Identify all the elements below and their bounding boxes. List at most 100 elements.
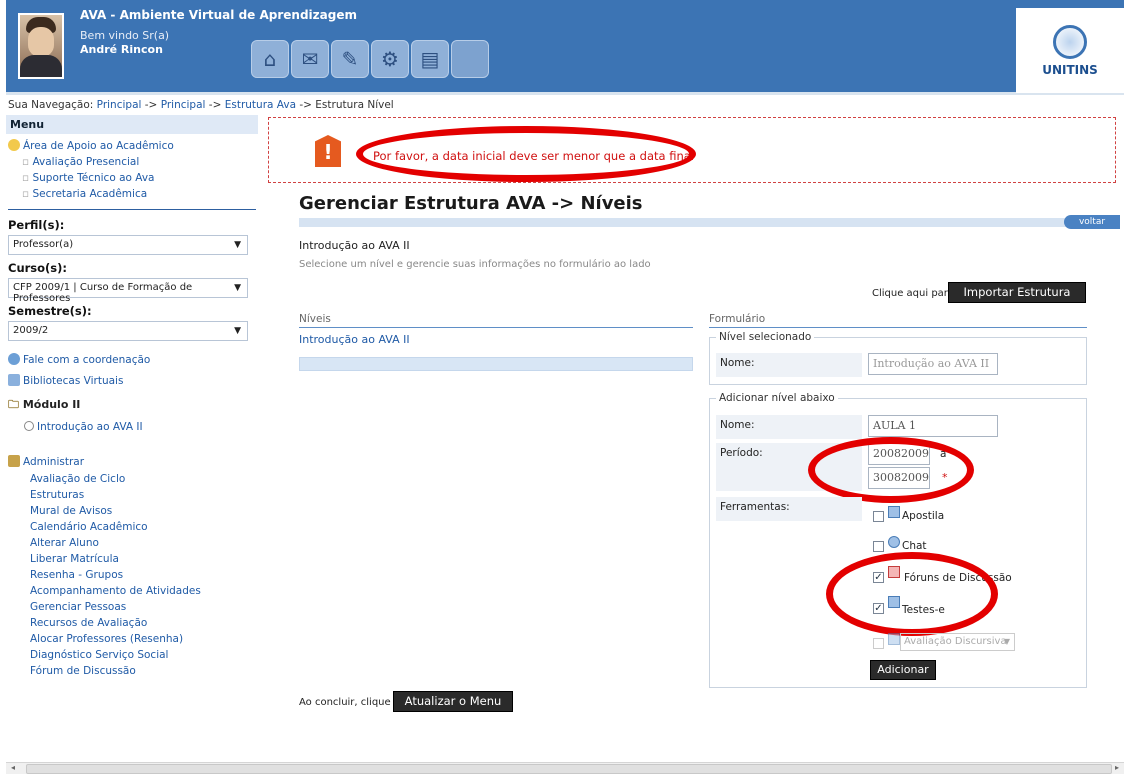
contact-coordination-link[interactable]: Fale com a coordenação — [8, 351, 256, 368]
welcome-text: Bem vindo Sr(a) — [80, 29, 170, 42]
import-structure-button[interactable]: Importar Estrutura — [948, 282, 1086, 303]
admin-item-estruturas[interactable]: Estruturas — [30, 487, 256, 503]
blank-icon[interactable] — [451, 40, 489, 78]
highlight-oval — [826, 552, 998, 636]
radio-icon — [24, 421, 34, 431]
globe-icon — [8, 353, 20, 365]
add-level-legend: Adicionar nível abaixo — [716, 392, 838, 404]
admin-item-recursos-avaliacao[interactable]: Recursos de Avaliação — [30, 615, 256, 631]
warning-icon: ! — [315, 135, 341, 167]
levels-scrollbar[interactable] — [299, 357, 693, 371]
semester-select[interactable]: 2009/2 ▼ — [8, 321, 248, 341]
admin-item-liberar-matricula[interactable]: Liberar Matrícula — [30, 551, 256, 567]
admin-item-forum[interactable]: Fórum de Discussão — [30, 663, 256, 679]
title-underline — [299, 218, 1089, 227]
chevron-down-icon: ▼ — [234, 326, 241, 336]
discursiva-select[interactable]: Avaliação Discursiva ▼ — [900, 633, 1015, 651]
sidebar-item-secretaria[interactable]: ▫ Secretaria Acadêmica — [8, 186, 256, 202]
apostila-checkbox[interactable] — [873, 511, 884, 522]
breadcrumb-current: Estrutura Nível — [315, 99, 394, 111]
sidebar-item-avaliacao-presencial[interactable]: ▫ Avaliação Presencial — [8, 154, 256, 170]
module-item-link[interactable]: Introdução ao AVA II — [8, 419, 256, 435]
user-name: André Rincon — [80, 43, 163, 56]
breadcrumb: Sua Navegação: Principal -> Principal ->… — [8, 99, 394, 111]
breadcrumb-link-estrutura[interactable]: Estrutura Ava — [225, 99, 296, 111]
email-icon[interactable]: ✉ — [291, 40, 329, 78]
breadcrumb-separator: -> — [208, 99, 222, 111]
app-header: AVA - Ambiente Virtual de Aprendizagem B… — [6, 0, 1124, 95]
home-icon[interactable]: ⌂ — [251, 40, 289, 78]
discursiva-checkbox[interactable] — [873, 638, 884, 649]
admin-item-alterar-aluno[interactable]: Alterar Aluno — [30, 535, 256, 551]
app-title: AVA - Ambiente Virtual de Aprendizagem — [80, 8, 357, 22]
course-name: Introdução ao AVA II — [299, 239, 410, 252]
course-select[interactable]: CFP 2009/1 | Curso de Formação de Profes… — [8, 278, 248, 304]
admin-item-gerenciar-pessoas[interactable]: Gerenciar Pessoas — [30, 599, 256, 615]
menu-title: Menu — [6, 115, 258, 134]
sidebar-item-suporte-tecnico[interactable]: ▫ Suporte Técnico ao Ava — [8, 170, 256, 186]
add-name-field[interactable]: AULA 1 — [868, 415, 998, 437]
divider — [8, 209, 256, 210]
discursiva-icon — [888, 633, 900, 645]
breadcrumb-prefix: Sua Navegação: — [8, 99, 94, 111]
add-level-button[interactable]: Adicionar — [870, 660, 936, 680]
form-header: Formulário — [709, 313, 1087, 328]
profile-select[interactable]: Professor(a) ▼ — [8, 235, 248, 255]
name-label: Nome: — [716, 353, 862, 377]
unitins-logo: UNITINS — [1016, 8, 1124, 93]
page-title: Gerenciar Estrutura AVA -> Níveis — [299, 193, 643, 214]
apostila-label: Apostila — [902, 510, 945, 522]
virtual-libraries-link[interactable]: Bibliotecas Virtuais — [8, 372, 256, 389]
admin-item-acompanhamento[interactable]: Acompanhamento de Atividades — [30, 583, 256, 599]
folder-icon: 🗀 — [8, 398, 23, 411]
breadcrumb-separator: -> — [144, 99, 158, 111]
admin-item-alocar-professores[interactable]: Alocar Professores (Resenha) — [30, 631, 256, 647]
book-icon — [8, 374, 20, 386]
levels-header: Níveis — [299, 313, 693, 328]
avatar — [18, 13, 64, 79]
apostila-icon — [888, 506, 900, 518]
books-icon[interactable]: ▤ — [411, 40, 449, 78]
page: AVA - Ambiente Virtual de Aprendizagem B… — [0, 0, 1129, 774]
tools-icon[interactable]: ✎ — [331, 40, 369, 78]
chevron-down-icon: ▼ — [1003, 637, 1010, 646]
admin-icon — [8, 455, 20, 467]
hint-text: Selecione um nível e gerencie suas infor… — [299, 259, 651, 270]
admin-item-calendario[interactable]: Calendário Acadêmico — [30, 519, 256, 535]
admin-item-avaliacao-ciclo[interactable]: Avaliação de Ciclo — [30, 471, 256, 487]
module-title: 🗀 Módulo II — [8, 398, 81, 411]
admin-list: Avaliação de Ciclo Estruturas Mural de A… — [8, 471, 256, 679]
toolbar: ⌂ ✉ ✎ ⚙ ▤ — [251, 40, 489, 78]
scroll-left-icon[interactable]: ◂ — [11, 763, 15, 772]
update-menu-button[interactable]: Atualizar o Menu — [393, 691, 513, 712]
semester-label: Semestre(s): — [8, 304, 92, 318]
selected-level-legend: Nível selecionado — [716, 331, 815, 343]
breadcrumb-separator: -> — [299, 99, 312, 111]
admin-item-diagnostico[interactable]: Diagnóstico Serviço Social — [30, 647, 256, 663]
chat-checkbox[interactable] — [873, 541, 884, 552]
add-name-label: Nome: — [716, 415, 862, 439]
admin-section-link[interactable]: Administrar — [8, 453, 256, 470]
chevron-down-icon: ▼ — [234, 240, 241, 250]
course-label: Curso(s): — [8, 261, 67, 275]
breadcrumb-link-principal-2[interactable]: Principal — [161, 99, 206, 111]
highlight-oval — [356, 126, 696, 182]
admin-item-resenha-grupos[interactable]: Resenha - Grupos — [30, 567, 256, 583]
scroll-thumb[interactable] — [26, 764, 1112, 774]
back-button[interactable]: voltar — [1064, 215, 1120, 229]
scroll-right-icon[interactable]: ▸ — [1115, 763, 1119, 772]
level-item-link[interactable]: Introdução ao AVA II — [299, 333, 410, 346]
horizontal-scrollbar[interactable]: ◂ ▸ — [6, 762, 1124, 774]
admin-item-mural-avisos[interactable]: Mural de Avisos — [30, 503, 256, 519]
highlight-oval — [808, 437, 974, 503]
chat-label: Chat — [902, 540, 927, 552]
settings-icon[interactable]: ⚙ — [371, 40, 409, 78]
support-area-link[interactable]: Área de Apoio ao Acadêmico — [8, 137, 256, 154]
import-prompt: Clique aqui para — [872, 288, 955, 299]
chat-icon — [888, 536, 900, 548]
logo-emblem-icon — [1053, 24, 1087, 59]
breadcrumb-link-principal[interactable]: Principal — [97, 99, 142, 111]
profile-label: Perfil(s): — [8, 218, 65, 232]
logo-text: UNITINS — [1042, 62, 1098, 77]
selected-name-field[interactable]: Introdução ao AVA II — [868, 353, 998, 375]
